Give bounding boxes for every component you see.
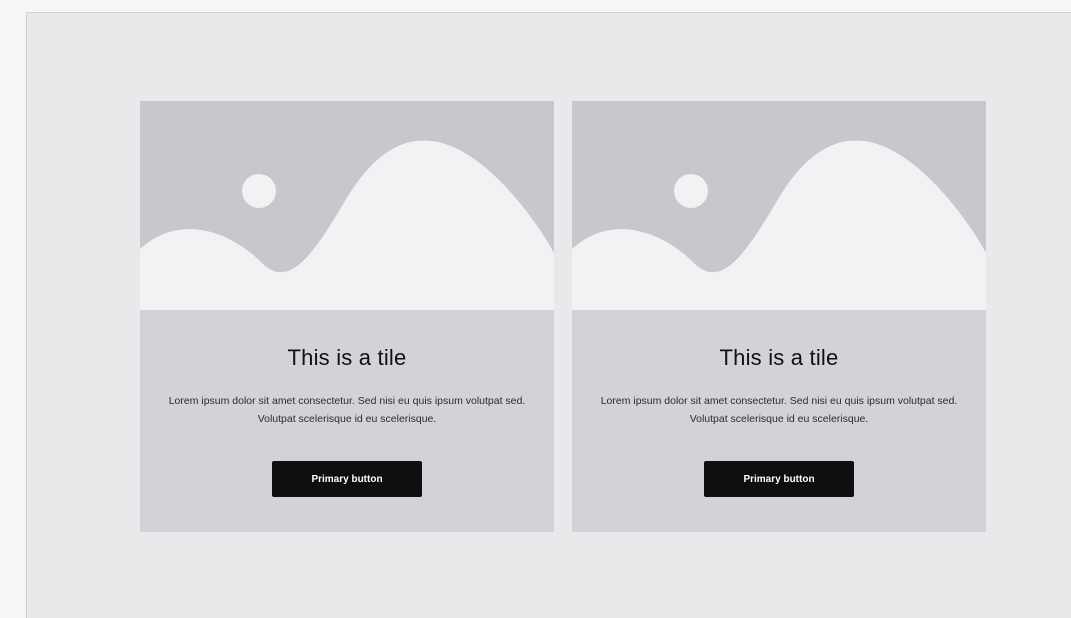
tile-body: This is a tile Lorem ipsum dolor sit ame… [572,310,986,532]
tile-body: This is a tile Lorem ipsum dolor sit ame… [140,310,554,532]
tile-description: Lorem ipsum dolor sit amet consectetur. … [600,395,958,425]
tile-title: This is a tile [719,345,839,370]
primary-button[interactable]: Primary button [272,461,422,497]
primary-button[interactable]: Primary button [704,461,854,497]
tile-title: This is a tile [287,345,407,370]
tile-card: This is a tile Lorem ipsum dolor sit ame… [572,101,986,532]
tile-description: Lorem ipsum dolor sit amet consectetur. … [168,395,526,425]
image-placeholder-icon [140,101,554,310]
canvas-frame: This is a tile Lorem ipsum dolor sit ame… [26,12,1071,618]
image-placeholder-icon [572,101,986,310]
tile-card: This is a tile Lorem ipsum dolor sit ame… [140,101,554,532]
